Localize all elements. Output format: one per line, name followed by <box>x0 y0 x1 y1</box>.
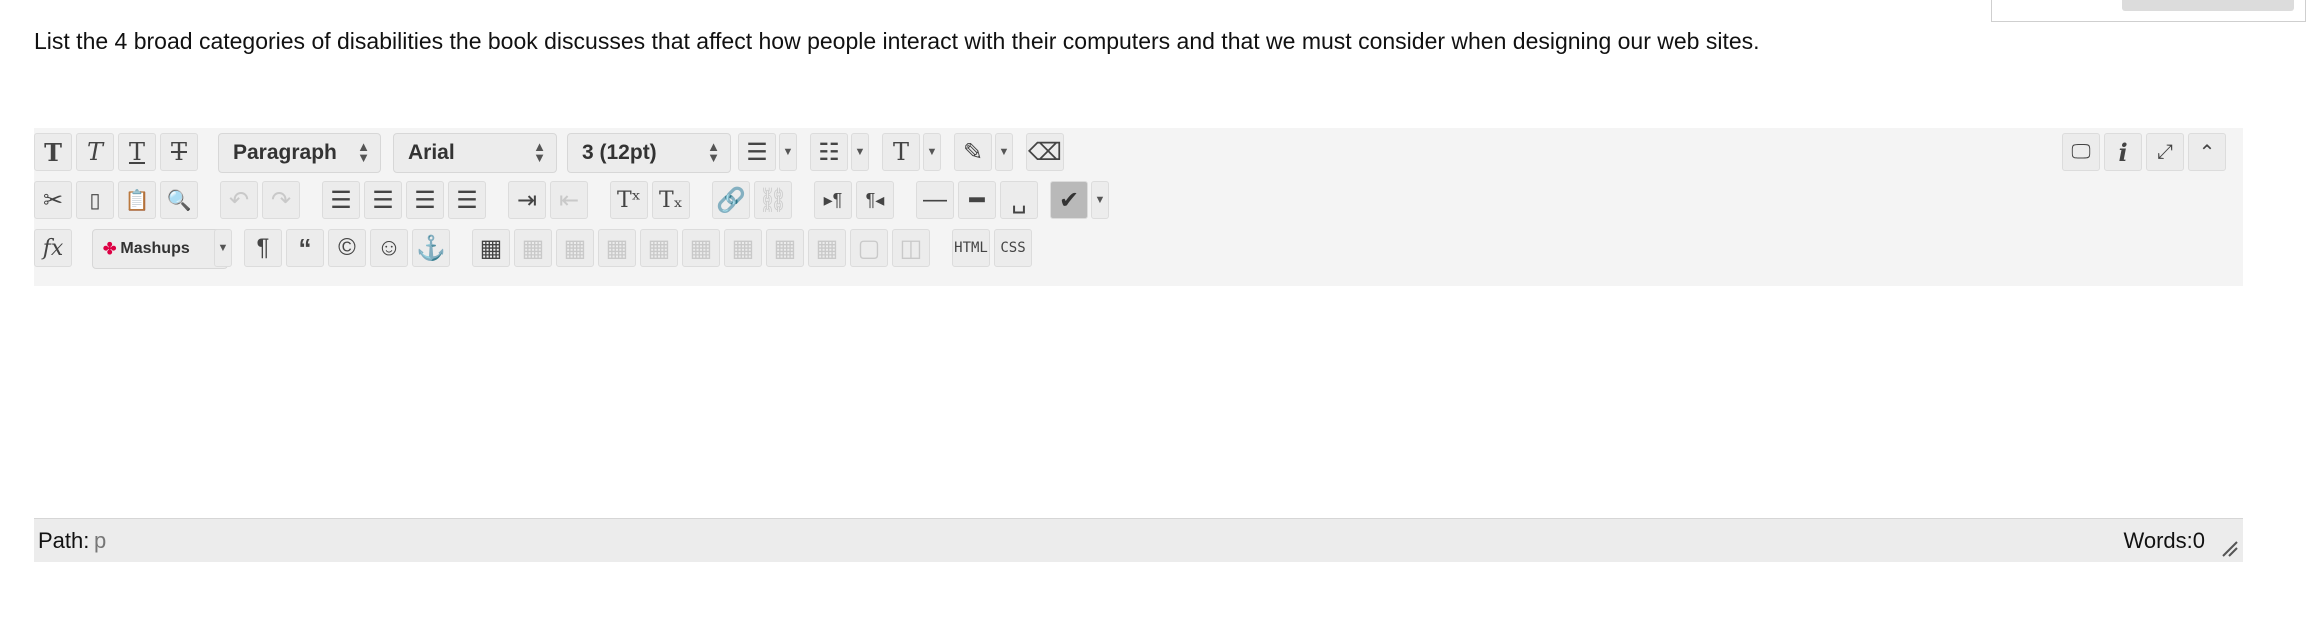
table-row-props-icon[interactable]: ▦ <box>556 229 594 267</box>
delete-row-icon[interactable]: ▦ <box>724 229 762 267</box>
path-label: Path: <box>38 528 90 553</box>
superscript-icon[interactable]: Tˣ <box>610 181 648 219</box>
delete-col-icon[interactable]: ▢ <box>850 229 888 267</box>
redo-icon[interactable]: ↷ <box>262 181 300 219</box>
mashups-icon: ✤ <box>103 241 117 258</box>
find-icon[interactable]: 🔍 <box>160 181 198 219</box>
html-button[interactable]: HTML <box>952 229 990 267</box>
spellcheck-icon[interactable]: ✔ <box>1050 181 1088 219</box>
top-right-widget-bar <box>2122 0 2294 11</box>
row-after-icon[interactable]: ▦ <box>682 229 720 267</box>
horizontal-rule-thick-icon[interactable]: ━ <box>958 181 996 219</box>
top-right-widget <box>1991 0 2306 22</box>
align-left-icon[interactable]: ☰ <box>322 181 360 219</box>
table-cell-props-icon[interactable]: ▦ <box>598 229 636 267</box>
insert-table-icon[interactable]: ▦ <box>472 229 510 267</box>
spellcheck-dropdown[interactable]: ▼ <box>1091 181 1109 219</box>
font-select[interactable]: Arial ▲ ▼ <box>393 133 557 173</box>
bullet-list-dropdown[interactable]: ▼ <box>779 133 797 171</box>
highlight-icon[interactable]: ✎ <box>954 133 992 171</box>
size-select-arrow-icon: ▲ ▼ <box>707 139 720 165</box>
copy-icon[interactable]: ▯ <box>76 181 114 219</box>
row-before-icon[interactable]: ▦ <box>640 229 678 267</box>
split-cells-icon[interactable]: ◫ <box>892 229 930 267</box>
bold-icon[interactable]: T <box>34 133 72 171</box>
undo-icon[interactable]: ↶ <box>220 181 258 219</box>
align-right-icon[interactable]: ☰ <box>406 181 444 219</box>
rtl-icon[interactable]: ¶◂ <box>856 181 894 219</box>
strikethrough-icon[interactable]: T <box>160 133 198 171</box>
paste-icon[interactable]: 📋 <box>118 181 156 219</box>
editor-content-area[interactable] <box>34 286 2243 518</box>
question-text: List the 4 broad categories of disabilit… <box>34 28 1760 54</box>
horizontal-rule-icon[interactable]: — <box>916 181 954 219</box>
rich-text-editor: T T T T Paragraph ▲ ▼ Arial ▲ ▼ 3 (12pt) ▲ ▼ ☰… <box>34 128 2243 572</box>
table-props-icon[interactable]: ▦ <box>514 229 552 267</box>
preview-icon[interactable]: 🖵 <box>2062 133 2100 171</box>
copyright-icon[interactable]: © <box>328 229 366 267</box>
path-value[interactable]: p <box>94 528 106 554</box>
col-after-icon[interactable]: ▦ <box>808 229 846 267</box>
align-center-icon[interactable]: ☰ <box>364 181 402 219</box>
anchor-icon[interactable]: ⚓ <box>412 229 450 267</box>
word-count: Words:0 <box>2123 528 2205 553</box>
mashups-label: Mashups <box>120 240 190 257</box>
info-icon[interactable]: i <box>2104 133 2142 171</box>
font-select-arrow-icon: ▲ ▼ <box>533 139 546 165</box>
numbered-list-icon[interactable]: ☷ <box>810 133 848 171</box>
nonbreaking-space-icon[interactable]: ␣ <box>1000 181 1038 219</box>
col-before-icon[interactable]: ▦ <box>766 229 804 267</box>
format-select[interactable]: Paragraph ▲ ▼ <box>218 133 381 173</box>
cut-icon[interactable]: ✂ <box>34 181 72 219</box>
highlight-dropdown[interactable]: ▼ <box>995 133 1013 171</box>
mashups-dropdown[interactable]: ▼ <box>214 229 232 267</box>
html-label: HTML <box>954 240 988 256</box>
eraser-icon[interactable]: ⌫ <box>1026 133 1064 171</box>
font-select-value: Arial <box>408 141 455 164</box>
editor-toolbar: T T T T Paragraph ▲ ▼ Arial ▲ ▼ 3 (12pt) ▲ ▼ ☰… <box>34 128 2243 286</box>
ltr-icon[interactable]: ▸¶ <box>814 181 852 219</box>
justify-icon[interactable]: ☰ <box>448 181 486 219</box>
format-select-arrow-icon: ▲ ▼ <box>357 139 370 165</box>
collapse-icon[interactable]: ⌃ <box>2188 133 2226 171</box>
outdent-icon[interactable]: ⇤ <box>550 181 588 219</box>
css-button[interactable]: CSS <box>994 229 1032 267</box>
text-color-dropdown[interactable]: ▼ <box>923 133 941 171</box>
resize-grip-icon[interactable] <box>2219 538 2239 558</box>
editor-statusbar: Path: p Words:0 <box>34 518 2243 562</box>
blockquote-icon[interactable]: “ <box>286 229 324 267</box>
paragraph-mark-icon[interactable]: ¶ <box>244 229 282 267</box>
underline-icon[interactable]: T <box>118 133 156 171</box>
fullscreen-icon[interactable]: ⤢ <box>2146 133 2184 171</box>
css-label: CSS <box>1000 240 1026 256</box>
emoticon-icon[interactable]: ☺ <box>370 229 408 267</box>
text-color-icon[interactable]: T <box>882 133 920 171</box>
size-select-value: 3 (12pt) <box>582 141 657 164</box>
link-icon[interactable]: 🔗 <box>712 181 750 219</box>
format-select-value: Paragraph <box>233 141 337 164</box>
mashups-button[interactable]: ✤ Mashups <box>92 229 228 269</box>
indent-icon[interactable]: ⇥ <box>508 181 546 219</box>
subscript-icon[interactable]: Tₓ <box>652 181 690 219</box>
unlink-icon[interactable]: ⛓ <box>754 181 792 219</box>
numbered-list-dropdown[interactable]: ▼ <box>851 133 869 171</box>
size-select[interactable]: 3 (12pt) ▲ ▼ <box>567 133 731 173</box>
formula-icon[interactable]: fx <box>34 229 72 267</box>
italic-icon[interactable]: T <box>76 133 114 171</box>
bullet-list-icon[interactable]: ☰ <box>738 133 776 171</box>
